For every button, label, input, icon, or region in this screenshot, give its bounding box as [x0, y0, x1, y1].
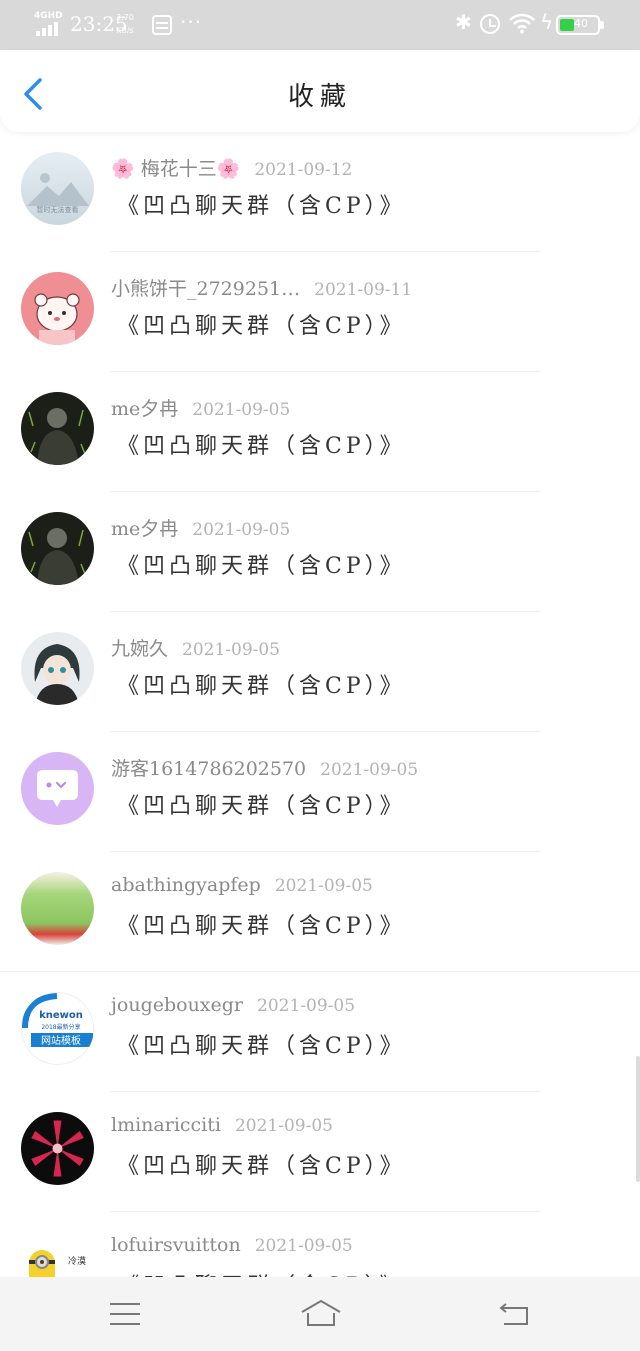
- notification-app-icon: [152, 15, 172, 35]
- favorite-date: 2021-09-12: [254, 160, 353, 180]
- knewon-label: knewon: [39, 1010, 83, 1021]
- list-item[interactable]: 九婉久 2021-09-05 《凹凸聊天群（含CP）》: [0, 612, 640, 732]
- network-speed: 3.70 KB/s: [116, 11, 134, 37]
- status-bar: 4GHD 23:25 3.70 KB/s ··· ✱ ϟ 40: [0, 0, 640, 50]
- avatar[interactable]: [21, 632, 94, 705]
- signal-icon: [36, 22, 62, 36]
- user-name: jougebouxegr: [111, 994, 244, 1016]
- network-type: 4GHD: [34, 11, 63, 21]
- avatar[interactable]: 暂时无法查看: [21, 152, 94, 225]
- anime-girl-image: [34, 644, 80, 705]
- knewon-logo-image: knewon 2018最新分享 网站模板: [22, 993, 93, 1047]
- favorite-date: 2021-09-05: [182, 640, 281, 660]
- favorite-date: 2021-09-05: [192, 520, 291, 540]
- avatar[interactable]: [21, 872, 94, 945]
- favorite-date: 2021-09-05: [274, 876, 373, 896]
- avatar[interactable]: knewon 2018最新分享 网站模板: [21, 992, 94, 1065]
- dark-figure-image: [28, 528, 86, 585]
- user-name: abathingyapfep: [111, 874, 261, 896]
- battery-fill: [560, 19, 574, 31]
- user-name: 游客1614786202570: [111, 758, 307, 780]
- lily-flower-image: [31, 1120, 84, 1177]
- scrollbar[interactable]: [636, 1056, 640, 1182]
- list-item[interactable]: lminaricciti 2021-09-05 《凹凸聊天群（含CP）》: [0, 1092, 640, 1212]
- app-header: 收藏: [0, 50, 640, 132]
- battery-level: 40: [574, 17, 588, 30]
- more-notifications-icon: ···: [180, 10, 203, 34]
- landscape-image: 暂时无法查看: [27, 173, 89, 214]
- avatar-caption: 暂时无法查看: [37, 205, 79, 214]
- favorite-date: 2021-09-05: [257, 996, 356, 1016]
- user-name: me夕冉: [111, 518, 179, 540]
- battery-icon: 40: [556, 15, 600, 35]
- knewon-banner: 网站模板: [41, 1034, 81, 1047]
- speed-unit: KB/s: [116, 26, 134, 35]
- group-title: 《凹凸聊天群（含CP）》: [117, 194, 406, 219]
- avatar[interactable]: [21, 752, 94, 825]
- group-title: 《凹凸聊天群（含CP）》: [117, 314, 406, 339]
- favorites-list: 暂时无法查看 🌸 梅花十三🌸 2021-09-12 《凹凸聊天群（含CP）》 小熊…: [0, 132, 640, 1332]
- list-item[interactable]: 暂时无法查看 🌸 梅花十三🌸 2021-09-12 《凹凸聊天群（含CP）》: [0, 132, 640, 252]
- favorite-date: 2021-09-11: [314, 280, 413, 300]
- page-title: 收藏: [287, 82, 352, 112]
- minion-caption: 冷漠: [68, 1255, 86, 1267]
- user-name: lofuirsvuitton: [111, 1234, 241, 1256]
- bluetooth-icon: ✱: [455, 10, 472, 34]
- group-title: 《凹凸聊天群（含CP）》: [117, 434, 406, 459]
- battery-tip: [600, 21, 604, 29]
- favorite-date: 2021-09-05: [234, 1116, 333, 1136]
- user-name: 🌸 梅花十三🌸: [111, 158, 241, 180]
- user-name: lminaricciti: [111, 1114, 221, 1136]
- list-item[interactable]: me夕冉 2021-09-05 《凹凸聊天群（含CP）》: [0, 492, 640, 612]
- alarm-icon: [480, 14, 500, 34]
- pink-bear-image: [34, 293, 80, 345]
- return-icon[interactable]: [498, 1301, 530, 1327]
- favorite-date: 2021-09-05: [254, 1236, 353, 1256]
- group-title: 《凹凸聊天群（含CP）》: [117, 1154, 406, 1179]
- knewon-sub: 2018最新分享: [41, 1023, 80, 1031]
- chat-bubble-icon: [37, 770, 78, 807]
- list-item[interactable]: 小熊饼干_2729251… 2021-09-11 《凹凸聊天群（含CP）》: [0, 252, 640, 372]
- list-item[interactable]: me夕冉 2021-09-05 《凹凸聊天群（含CP）》: [0, 372, 640, 492]
- dark-figure-image: [28, 408, 86, 465]
- list-item[interactable]: knewon 2018最新分享 网站模板 jougebouxegr 2021-09…: [0, 972, 640, 1092]
- user-name: me夕冉: [111, 398, 179, 420]
- charging-icon: ϟ: [540, 10, 554, 34]
- group-title: 《凹凸聊天群（含CP）》: [117, 1034, 406, 1059]
- user-name: 九婉久: [111, 638, 169, 660]
- system-navigation-bar: [0, 1277, 640, 1351]
- list-item[interactable]: 游客1614786202570 2021-09-05 《凹凸聊天群（含CP）》: [0, 732, 640, 852]
- wifi-icon: [509, 13, 535, 34]
- speed-value: 3.70: [116, 13, 134, 22]
- group-title: 《凹凸聊天群（含CP）》: [117, 794, 406, 819]
- avatar[interactable]: [21, 512, 94, 585]
- avatar[interactable]: [21, 272, 94, 345]
- home-icon[interactable]: [300, 1299, 342, 1329]
- group-title: 《凹凸聊天群（含CP）》: [117, 914, 406, 939]
- group-title: 《凹凸聊天群（含CP）》: [117, 554, 406, 579]
- favorite-date: 2021-09-05: [320, 760, 419, 780]
- group-title: 《凹凸聊天群（含CP）》: [117, 674, 406, 699]
- avatar[interactable]: [21, 1112, 94, 1185]
- user-name: 小熊饼干_2729251…: [111, 278, 301, 300]
- menu-icon[interactable]: [110, 1303, 140, 1325]
- avatar[interactable]: [21, 392, 94, 465]
- favorite-date: 2021-09-05: [192, 400, 291, 420]
- list-item[interactable]: abathingyapfep 2021-09-05 《凹凸聊天群（含CP）》: [0, 852, 640, 972]
